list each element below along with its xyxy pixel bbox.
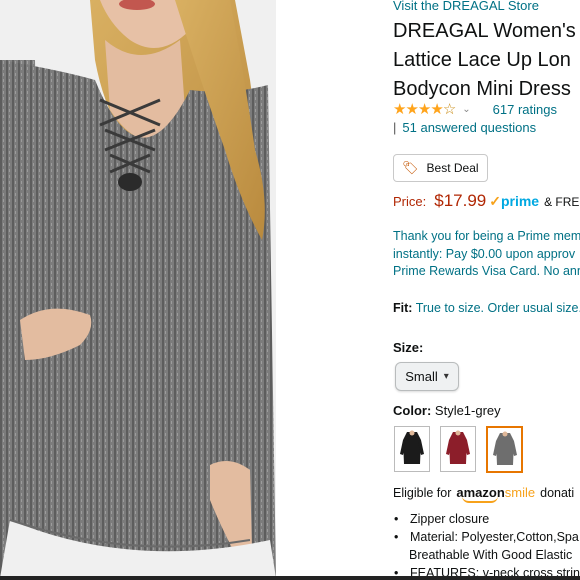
fit-row: Fit: True to size. Order usual size.: [393, 301, 580, 315]
color-swatch-black[interactable]: [394, 426, 430, 472]
price-value: $17.99: [434, 191, 487, 210]
feature-text: Breathable With Good Elastic: [409, 548, 573, 562]
product-title-line: Lattice Lace Up Lon: [393, 49, 571, 71]
answered-questions-link[interactable]: 51 answered questions: [402, 120, 536, 135]
bottom-edge-bar: [0, 576, 580, 580]
size-selected-value: Small: [405, 369, 438, 384]
rating-row: ★★★★☆ ⌄ 617 ratings: [393, 100, 557, 118]
qa-row: | 51 answered questions: [393, 120, 536, 135]
visit-store-link[interactable]: Visit the DREAGAL Store: [393, 0, 539, 13]
ratings-count-link[interactable]: 617 ratings: [493, 102, 557, 117]
color-swatches: [394, 426, 523, 473]
dress-thumbnail-icon: [492, 431, 517, 465]
product-title-line: DREAGAL Women's: [393, 20, 576, 42]
bullet-icon: •: [394, 530, 399, 544]
bullet-icon: •: [394, 512, 399, 526]
prime-offer-line: Thank you for being a Prime mem: [393, 229, 580, 243]
star-icon: ★: [417, 101, 431, 118]
star-icon: ★: [405, 101, 418, 118]
dress-thumbnail-icon: [446, 430, 470, 464]
prime-offer-line: Prime Rewards Visa Card. No ann: [393, 264, 580, 278]
price-label: Price:: [393, 194, 427, 209]
size-dropdown[interactable]: Small ▾: [395, 362, 459, 391]
separator: |: [393, 120, 397, 135]
smile-prefix: Eligible for: [393, 485, 452, 500]
product-title: DREAGAL Women's Lattice Lace Up Lon Body…: [393, 17, 576, 104]
product-info-panel: Visit the DREAGAL Store DREAGAL Women's …: [393, 0, 580, 580]
prime-logo: ✓prime: [489, 193, 539, 210]
feature-bullet-continuation: Breathable With Good Elastic: [393, 546, 580, 564]
prime-check-icon: ✓: [489, 193, 501, 209]
prime-card-offer[interactable]: Thank you for being a Prime mem instantl…: [393, 228, 580, 281]
free-shipping-text[interactable]: & FREE R: [544, 195, 580, 209]
color-row: Color: Style1-grey: [393, 403, 501, 418]
star-icon: ★: [393, 101, 406, 118]
feature-bullets: • Zipper closure • Material: Polyester,C…: [393, 510, 580, 580]
best-deal-label: Best Deal: [426, 161, 479, 175]
dress-thumbnail-icon: [400, 430, 424, 464]
chevron-down-icon[interactable]: ⌄: [462, 104, 470, 115]
size-label: Size:: [393, 340, 424, 355]
price-row: Price: $17.99 ✓prime & FREE R: [393, 191, 580, 211]
color-swatch-wine-red[interactable]: [440, 426, 476, 472]
amazon-smile-logo[interactable]: amazonsmile: [456, 485, 536, 503]
tag-icon: 🏷︎: [402, 160, 419, 175]
color-label: Color:: [393, 403, 432, 418]
star-outline-icon: ☆: [442, 101, 456, 118]
feature-bullet: • Zipper closure: [393, 510, 580, 528]
prime-offer-line: instantly: Pay $0.00 upon approv: [393, 246, 576, 261]
amazon-smile-row: Eligible for amazonsmile donati: [393, 485, 575, 503]
product-image[interactable]: [0, 0, 276, 578]
star-icon: ★: [430, 101, 443, 118]
smile-suffix: donati: [540, 485, 575, 500]
color-swatch-grey[interactable]: [486, 426, 523, 473]
best-deal-badge[interactable]: 🏷︎ Best Deal: [393, 154, 488, 182]
color-selected-value: Style1-grey: [434, 403, 501, 418]
fit-label: Fit:: [393, 301, 413, 315]
feature-text: Zipper closure: [410, 512, 490, 526]
fit-value-link[interactable]: True to size. Order usual size.: [416, 301, 580, 315]
chevron-down-icon: ▾: [443, 371, 449, 382]
feature-text: Material: Polyester,Cotton,Spa: [410, 530, 579, 544]
feature-bullet: • Material: Polyester,Cotton,Spa: [393, 528, 580, 546]
prime-text: prime: [500, 193, 540, 209]
product-photo-illustration: [0, 0, 276, 578]
smile-logo-amazon: amazon: [456, 485, 505, 500]
star-rating[interactable]: ★★★★☆: [393, 100, 456, 118]
smile-logo-smile: smile: [504, 485, 536, 500]
